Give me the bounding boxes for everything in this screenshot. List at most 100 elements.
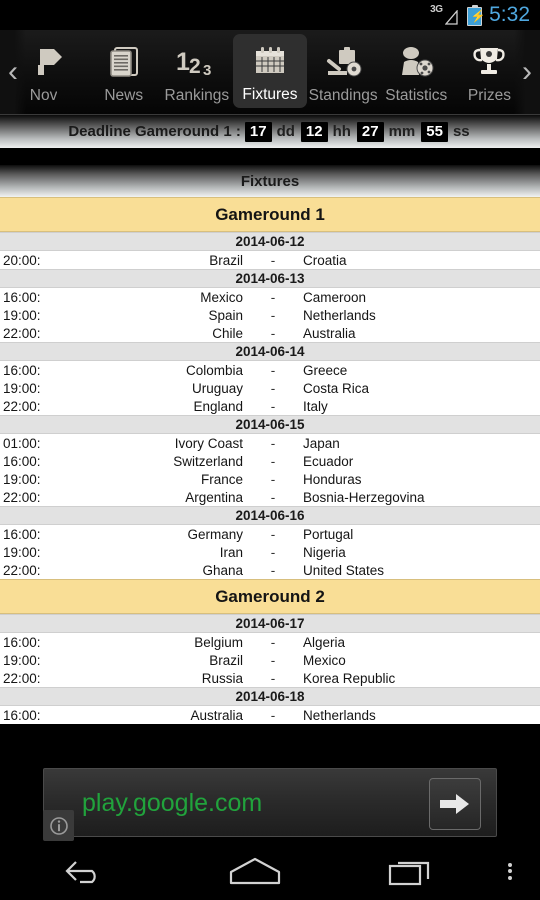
away-team: Netherlands bbox=[303, 307, 376, 323]
home-team: Germany bbox=[187, 526, 243, 542]
match-time: 19:00: bbox=[3, 544, 41, 560]
gameround-header: Gameround 2 bbox=[0, 579, 540, 614]
versus-separator: - bbox=[270, 489, 276, 505]
match-time: 22:00: bbox=[3, 398, 41, 414]
numbers-123-icon: 123 bbox=[172, 40, 222, 84]
versus-separator: - bbox=[270, 707, 276, 723]
info-icon[interactable] bbox=[43, 810, 74, 841]
tab-statistics[interactable]: Statistics bbox=[380, 30, 453, 114]
overview-icon bbox=[26, 40, 76, 84]
table-row[interactable]: 22:00: England - Italy bbox=[0, 397, 540, 415]
tab-news[interactable]: News bbox=[87, 30, 160, 114]
away-team: Greece bbox=[303, 362, 348, 378]
versus-separator: - bbox=[270, 289, 276, 305]
home-team: Ghana bbox=[202, 562, 243, 578]
versus-separator: - bbox=[270, 398, 276, 414]
deadline-hours-value: 12 bbox=[300, 121, 328, 142]
home-team: Switzerland bbox=[173, 453, 243, 469]
home-team: Brazil bbox=[209, 652, 243, 668]
table-row[interactable]: 19:00: Uruguay - Costa Rica bbox=[0, 379, 540, 397]
home-team: Ivory Coast bbox=[174, 435, 243, 451]
table-row[interactable]: 19:00: Brazil - Mexico bbox=[0, 651, 540, 669]
back-arrow-icon[interactable] bbox=[0, 842, 170, 900]
match-time: 16:00: bbox=[3, 289, 41, 305]
home-team: Colombia bbox=[185, 362, 243, 378]
deadline-countdown-bar: Deadline Gameround 1 : 17 dd 12 hh 27 mm… bbox=[0, 115, 540, 148]
date-header: 2014-06-18 bbox=[0, 687, 540, 706]
table-row[interactable]: 22:00: Russia - Korea Republic bbox=[0, 669, 540, 687]
ad-surface[interactable]: play.google.com bbox=[43, 768, 497, 837]
trophy-icon bbox=[464, 40, 514, 84]
match-time: 22:00: bbox=[3, 562, 41, 578]
table-row[interactable]: 16:00: Germany - Portugal bbox=[0, 525, 540, 543]
date-header: 2014-06-17 bbox=[0, 614, 540, 633]
away-team: Portugal bbox=[303, 526, 354, 542]
versus-separator: - bbox=[270, 453, 276, 469]
versus-separator: - bbox=[270, 562, 276, 578]
clipboard-ball-icon bbox=[318, 40, 368, 84]
tab-rankings[interactable]: 1 2 3 Rankings bbox=[160, 30, 233, 114]
home-team: Brazil bbox=[209, 252, 243, 268]
home-team: Uruguay bbox=[191, 380, 243, 396]
ad-url-label: play.google.com bbox=[82, 789, 263, 817]
table-row[interactable]: 19:00: Spain - Netherlands bbox=[0, 306, 540, 324]
table-row[interactable]: 19:00: France - Honduras bbox=[0, 470, 540, 488]
chevron-left-icon[interactable]: ‹ bbox=[0, 30, 26, 114]
tab-label: Statistics bbox=[385, 86, 448, 104]
signal-3g-icon: 3G bbox=[430, 4, 460, 26]
recent-apps-icon[interactable] bbox=[340, 842, 480, 900]
table-row[interactable]: 16:00: Belgium - Algeria bbox=[0, 633, 540, 651]
chevron-right-icon[interactable]: › bbox=[514, 30, 540, 114]
date-header: 2014-06-13 bbox=[0, 269, 540, 288]
away-team: Mexico bbox=[303, 652, 346, 668]
arrow-right-icon[interactable] bbox=[429, 778, 481, 830]
home-icon[interactable] bbox=[170, 842, 340, 900]
home-team: Spain bbox=[208, 307, 243, 323]
table-row[interactable]: 16:00: Switzerland - Ecuador bbox=[0, 452, 540, 470]
match-time: 20:00: bbox=[3, 252, 41, 268]
versus-separator: - bbox=[270, 307, 276, 323]
svg-text:1: 1 bbox=[176, 48, 190, 76]
table-row[interactable]: 01:00: Ivory Coast - Japan bbox=[0, 434, 540, 452]
away-team: Bosnia-Herzegovina bbox=[303, 489, 425, 505]
match-time: 19:00: bbox=[3, 652, 41, 668]
table-row[interactable]: 22:00: Argentina - Bosnia-Herzegovina bbox=[0, 488, 540, 506]
spacer bbox=[0, 148, 540, 165]
table-row[interactable]: 19:00: Iran - Nigeria bbox=[0, 543, 540, 561]
away-team: Japan bbox=[303, 435, 340, 451]
match-time: 19:00: bbox=[3, 471, 41, 487]
table-row[interactable]: 22:00: Chile - Australia bbox=[0, 324, 540, 342]
deadline-days-value: 17 bbox=[244, 121, 272, 142]
table-row[interactable]: 20:00: Brazil - Croatia bbox=[0, 251, 540, 269]
date-header: 2014-06-12 bbox=[0, 232, 540, 251]
date-header: 2014-06-16 bbox=[0, 506, 540, 525]
tab-label: Standings bbox=[308, 86, 378, 104]
tab-label: Fixtures bbox=[242, 85, 298, 103]
ad-banner[interactable]: play.google.com bbox=[0, 763, 540, 842]
tab-bar[interactable]: ‹ Nov News 1 2 3 Rankings Fixtures Standings Sta… bbox=[0, 30, 540, 115]
away-team: Costa Rica bbox=[303, 380, 370, 396]
match-time: 16:00: bbox=[3, 707, 41, 723]
gameround-header: Gameround 1 bbox=[0, 197, 540, 232]
tab-standings[interactable]: Standings bbox=[307, 30, 380, 114]
home-team: France bbox=[200, 471, 243, 487]
home-team: Australia bbox=[190, 707, 243, 723]
table-row[interactable]: 16:00: Colombia - Greece bbox=[0, 361, 540, 379]
android-navigation-bar[interactable] bbox=[0, 842, 540, 900]
fixtures-list[interactable]: Gameround 1 2014-06-12 20:00: Brazil - Cr… bbox=[0, 197, 540, 724]
table-row[interactable]: 22:00: Ghana - United States bbox=[0, 561, 540, 579]
away-team: United States bbox=[303, 562, 385, 578]
versus-separator: - bbox=[270, 325, 276, 341]
deadline-hours-unit: hh bbox=[332, 123, 351, 140]
match-time: 16:00: bbox=[3, 362, 41, 378]
versus-separator: - bbox=[270, 471, 276, 487]
match-time: 22:00: bbox=[3, 325, 41, 341]
table-row[interactable]: 16:00: Australia - Netherlands bbox=[0, 706, 540, 724]
away-team: Croatia bbox=[303, 252, 347, 268]
overflow-menu-icon[interactable] bbox=[480, 842, 540, 900]
versus-separator: - bbox=[270, 670, 276, 686]
home-team: England bbox=[193, 398, 243, 414]
tab-fixtures[interactable]: Fixtures bbox=[233, 34, 307, 108]
match-time: 16:00: bbox=[3, 634, 41, 650]
table-row[interactable]: 16:00: Mexico - Cameroon bbox=[0, 288, 540, 306]
